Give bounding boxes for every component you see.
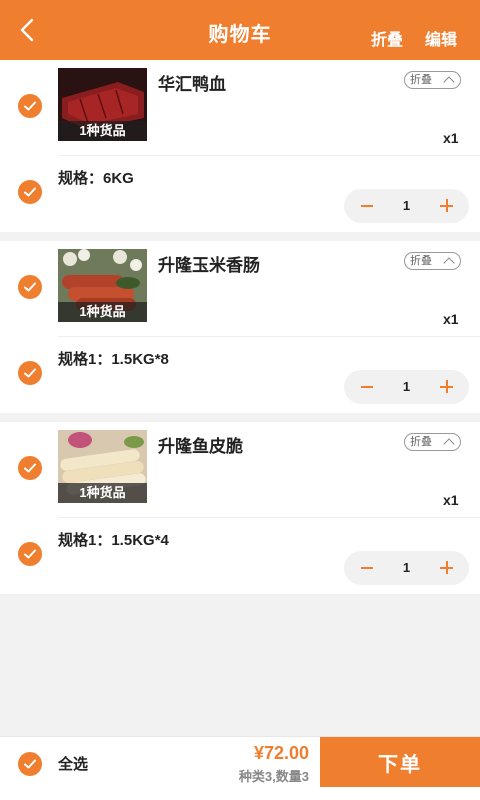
divider bbox=[58, 155, 480, 156]
checkout-bar: 全选 ¥72.00 种类3,数量3 下单 bbox=[0, 736, 480, 800]
divider bbox=[58, 517, 480, 518]
select-all-checkbox-icon[interactable] bbox=[18, 752, 42, 776]
product-name[interactable]: 华汇鸭血 bbox=[158, 70, 226, 95]
item-checkbox-icon[interactable] bbox=[18, 275, 42, 299]
product-image[interactable]: 1种货品 bbox=[58, 68, 147, 141]
fold-toggle-label: 折叠 bbox=[410, 74, 432, 86]
total-price: ¥72.00 bbox=[253, 743, 309, 763]
fold-toggle[interactable]: 折叠 bbox=[404, 71, 461, 89]
quantity-stepper: 1 bbox=[344, 189, 469, 223]
spec-label: 规格1：1.5KG*4 bbox=[58, 532, 169, 549]
header-bar: 购物车 折叠 编辑 bbox=[0, 0, 480, 60]
chevron-up-icon bbox=[443, 76, 455, 88]
product-image[interactable]: 1种货品 bbox=[58, 430, 147, 503]
fold-toggle-label: 折叠 bbox=[410, 436, 432, 448]
chevron-up-icon bbox=[443, 438, 455, 450]
spec-checkbox-icon[interactable] bbox=[18, 361, 42, 385]
cart-item: 1种货品 升隆玉米香肠 折叠 x1 规格1：1.5KG*8 1 bbox=[0, 241, 480, 413]
place-order-button[interactable]: 下单 bbox=[320, 737, 480, 787]
cart-item: 1种货品 升隆鱼皮脆 折叠 x1 规格1：1.5KG*4 1 bbox=[0, 422, 480, 594]
spec-checkbox-icon[interactable] bbox=[18, 542, 42, 566]
spec-label: 规格1：1.5KG*8 bbox=[58, 351, 169, 368]
fold-toggle-label: 折叠 bbox=[410, 255, 432, 267]
product-image[interactable]: 1种货品 bbox=[58, 249, 147, 322]
spec-label: 规格：6KG bbox=[58, 170, 134, 187]
product-name[interactable]: 升隆玉米香肠 bbox=[158, 251, 260, 276]
spec-checkbox-icon[interactable] bbox=[18, 180, 42, 204]
fold-all-button[interactable]: 折叠 bbox=[371, 26, 403, 50]
product-count-badge: 1种货品 bbox=[58, 483, 147, 503]
item-checkbox-icon[interactable] bbox=[18, 456, 42, 480]
quantity-stepper: 1 bbox=[344, 551, 469, 585]
fold-toggle[interactable]: 折叠 bbox=[404, 252, 461, 270]
item-quantity-label: x1 bbox=[443, 130, 459, 146]
cart-item: 1种货品 华汇鸭血 折叠 x1 规格：6KG 1 bbox=[0, 60, 480, 232]
plus-icon[interactable] bbox=[440, 561, 453, 574]
select-all-label[interactable]: 全选 bbox=[58, 753, 88, 774]
page-title: 购物车 bbox=[208, 24, 272, 46]
item-quantity-label: x1 bbox=[443, 311, 459, 327]
order-summary: 种类3,数量3 bbox=[238, 769, 309, 784]
quantity-stepper: 1 bbox=[344, 370, 469, 404]
divider bbox=[58, 336, 480, 337]
plus-icon[interactable] bbox=[440, 199, 453, 212]
fold-toggle[interactable]: 折叠 bbox=[404, 433, 461, 451]
item-quantity-label: x1 bbox=[443, 492, 459, 508]
edit-button[interactable]: 编辑 bbox=[425, 26, 457, 50]
plus-icon[interactable] bbox=[440, 380, 453, 393]
chevron-up-icon bbox=[443, 257, 455, 269]
item-checkbox-icon[interactable] bbox=[18, 94, 42, 118]
product-name[interactable]: 升隆鱼皮脆 bbox=[158, 432, 243, 457]
product-count-badge: 1种货品 bbox=[58, 302, 147, 322]
product-count-badge: 1种货品 bbox=[58, 121, 147, 141]
